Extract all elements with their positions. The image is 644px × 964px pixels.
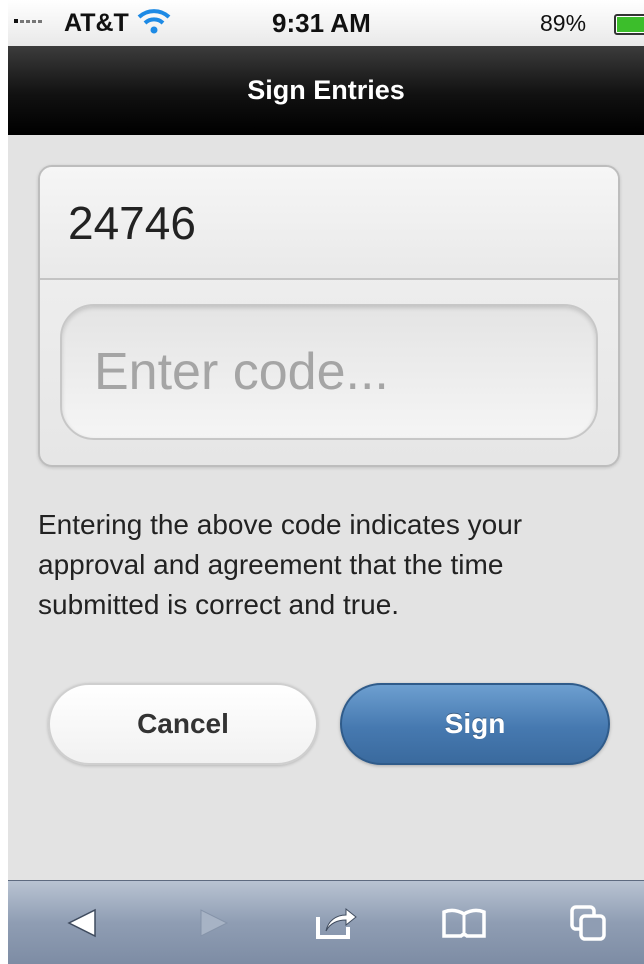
nav-header: Sign Entries xyxy=(8,46,644,135)
entry-id: 24746 xyxy=(40,167,618,280)
bookmarks-icon xyxy=(442,908,486,938)
tabs-button[interactable] xyxy=(548,881,628,964)
forward-button[interactable] xyxy=(174,881,254,964)
tabs-icon xyxy=(570,905,606,941)
phone-screen: AT&T 9:31 AM 89% Sign Entries 24746 Ente… xyxy=(8,0,644,964)
sign-form-card: 24746 xyxy=(38,165,620,467)
status-time: 9:31 AM xyxy=(272,8,371,38)
back-button[interactable] xyxy=(42,881,122,964)
share-button[interactable] xyxy=(296,881,376,964)
status-bar: AT&T 9:31 AM 89% xyxy=(8,0,644,46)
battery-percent: 89% xyxy=(540,10,587,36)
wifi-icon xyxy=(137,9,171,34)
approval-notice: Entering the above code indicates your a… xyxy=(38,509,523,620)
back-icon xyxy=(67,908,96,938)
share-icon xyxy=(316,907,357,939)
sign-button[interactable]: Sign xyxy=(340,683,610,765)
code-input[interactable] xyxy=(60,304,598,440)
forward-icon xyxy=(200,909,229,937)
page-title: Sign Entries xyxy=(247,75,405,105)
browser-toolbar xyxy=(8,880,644,964)
signal-strength-icon xyxy=(14,19,42,23)
cancel-button[interactable]: Cancel xyxy=(48,683,318,765)
carrier-name: AT&T xyxy=(64,9,129,37)
battery-icon xyxy=(614,14,644,35)
bookmarks-button[interactable] xyxy=(424,881,504,964)
